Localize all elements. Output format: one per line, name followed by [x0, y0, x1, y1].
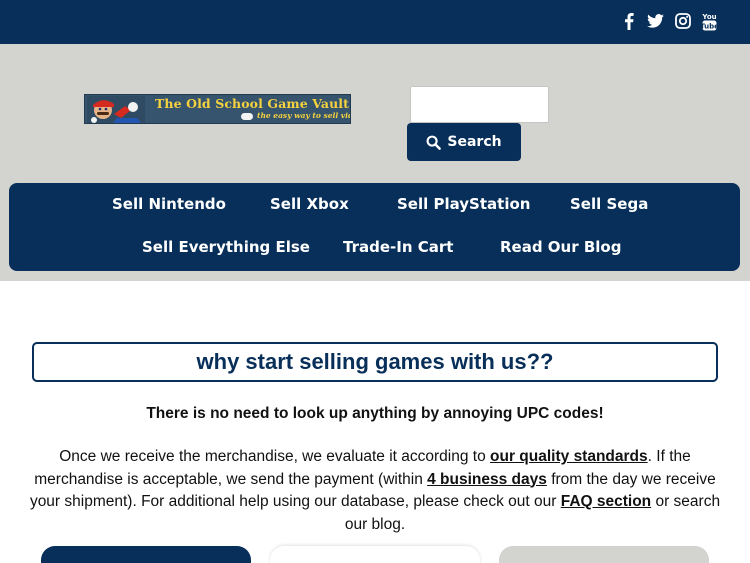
feature-card	[499, 546, 709, 563]
youtube-icon[interactable]: YouTube	[701, 11, 718, 31]
search-icon	[426, 135, 442, 150]
search-input[interactable]	[410, 86, 549, 123]
site-logo[interactable]: The Old School Game Vault the easy way t…	[84, 94, 351, 124]
feature-card	[270, 546, 480, 563]
nav-item-read-our-blog[interactable]: Read Our Blog	[500, 238, 621, 256]
search-button[interactable]: Search	[407, 123, 521, 161]
nav-item-sell-everything-else[interactable]: Sell Everything Else	[142, 238, 310, 256]
intro-paragraph: Once we receive the merchandise, we eval…	[26, 446, 724, 536]
nav-item-sell-playstation[interactable]: Sell PlayStation	[397, 195, 530, 213]
logo-tagline: the easy way to sell video games	[257, 111, 350, 120]
nav-item-sell-nintendo[interactable]: Sell Nintendo	[112, 195, 226, 213]
facebook-icon[interactable]	[620, 11, 637, 31]
no-upc-statement: There is no need to look up anything by …	[146, 405, 604, 422]
twitter-icon[interactable]	[647, 11, 664, 31]
social-links: YouTube	[620, 11, 718, 31]
section-headline: why start selling games with us??	[196, 349, 554, 374]
svg-text:Tube: Tube	[702, 22, 717, 30]
logo-title: The Old School Game Vault	[155, 96, 349, 111]
feature-card	[41, 546, 251, 563]
instagram-icon[interactable]	[674, 11, 691, 31]
mario-mascot-icon	[87, 96, 145, 123]
nav-item-trade-in-cart[interactable]: Trade-In Cart	[343, 238, 453, 256]
faq-section-link[interactable]: FAQ section	[561, 493, 651, 510]
svg-text:You: You	[702, 13, 717, 21]
cloud-icon	[241, 113, 253, 120]
quality-standards-link[interactable]: our quality standards	[490, 448, 648, 465]
nav-item-sell-sega[interactable]: Sell Sega	[570, 195, 648, 213]
top-bar: YouTube	[0, 0, 750, 44]
search-button-label: Search	[447, 134, 502, 150]
headline-box: why start selling games with us??	[32, 342, 718, 382]
main-nav: Sell Nintendo Sell Xbox Sell PlayStation…	[9, 183, 740, 271]
paragraph-text: Once we receive the merchandise, we eval…	[59, 448, 491, 465]
nav-item-sell-xbox[interactable]: Sell Xbox	[270, 195, 349, 213]
business-days-link[interactable]: 4 business days	[427, 471, 547, 488]
